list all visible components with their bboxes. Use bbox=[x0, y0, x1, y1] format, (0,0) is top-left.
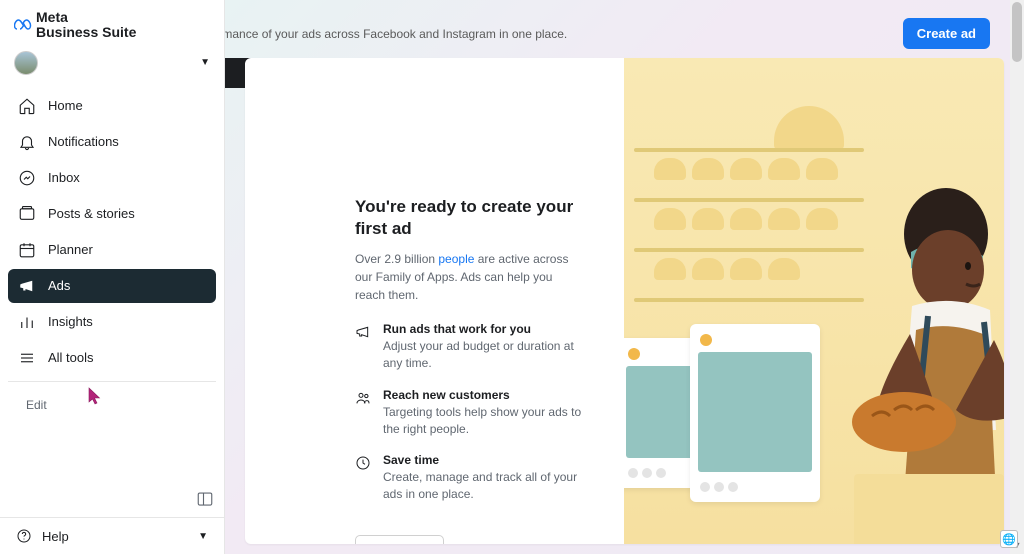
clock-icon bbox=[355, 455, 371, 471]
card-content: You're ready to create your first ad Ove… bbox=[245, 58, 624, 544]
megaphone-icon bbox=[355, 324, 371, 340]
nav-notifications-label: Notifications bbox=[48, 134, 119, 149]
globe-icon[interactable]: 🌐 bbox=[1000, 530, 1018, 548]
avatar bbox=[14, 51, 38, 75]
nav-home[interactable]: Home bbox=[8, 89, 216, 123]
nav-alltools[interactable]: All tools bbox=[8, 341, 216, 375]
caret-down-icon: ▼ bbox=[200, 57, 210, 68]
home-icon bbox=[18, 97, 36, 115]
feature-run-ads: Run ads that work for you Adjust your ad… bbox=[355, 322, 584, 372]
nav-inbox[interactable]: Inbox bbox=[8, 161, 216, 195]
scrollbar-thumb[interactable] bbox=[1012, 2, 1022, 62]
posts-icon bbox=[18, 205, 36, 223]
illustration bbox=[624, 58, 1004, 544]
caret-down-icon: ▼ bbox=[198, 531, 208, 542]
page-description: rack the performance of your ads across … bbox=[225, 27, 567, 41]
nav-insights[interactable]: Insights bbox=[8, 305, 216, 339]
bar-chart-icon bbox=[18, 313, 36, 331]
calendar-icon bbox=[18, 241, 36, 259]
bell-icon bbox=[18, 133, 36, 151]
nav-planner-label: Planner bbox=[48, 242, 93, 257]
nav-ads-label: Ads bbox=[48, 278, 70, 293]
nav-planner[interactable]: Planner bbox=[8, 233, 216, 267]
question-icon bbox=[16, 528, 32, 544]
card-title: You're ready to create your first ad bbox=[355, 196, 575, 240]
meta-logo-icon bbox=[14, 19, 32, 31]
help-menu[interactable]: Help ▼ bbox=[0, 517, 224, 554]
nav-alltools-label: All tools bbox=[48, 350, 94, 365]
feature-title: Reach new customers bbox=[383, 388, 584, 402]
feature-time: Save time Create, manage and track all o… bbox=[355, 453, 584, 503]
illustration-counter bbox=[854, 474, 1004, 544]
create-ad-button[interactable]: Create ad bbox=[903, 18, 990, 49]
nav-insights-label: Insights bbox=[48, 314, 93, 329]
brand-meta: Meta bbox=[36, 9, 68, 25]
nav: Home Notifications Inbox Posts & stories… bbox=[0, 85, 224, 517]
feature-title: Run ads that work for you bbox=[383, 322, 584, 336]
brand-bs: Business Suite bbox=[36, 24, 136, 40]
illustration-post bbox=[690, 324, 820, 502]
feature-reach: Reach new customers Targeting tools help… bbox=[355, 388, 584, 438]
megaphone-icon bbox=[18, 277, 36, 295]
onboarding-card: You're ready to create your first ad Ove… bbox=[245, 58, 1004, 544]
nav-posts[interactable]: Posts & stories bbox=[8, 197, 216, 231]
nav-posts-label: Posts & stories bbox=[48, 206, 135, 221]
divider bbox=[8, 381, 216, 382]
card-subtitle: Over 2.9 billion people are active acros… bbox=[355, 250, 575, 304]
feature-title: Save time bbox=[383, 453, 584, 467]
feature-desc: Targeting tools help show your ads to th… bbox=[383, 404, 584, 438]
feature-desc: Create, manage and track all of your ads… bbox=[383, 469, 584, 503]
edit-link[interactable]: Edit bbox=[8, 388, 216, 422]
get-started-button[interactable]: Get started bbox=[355, 535, 444, 544]
nav-home-label: Home bbox=[48, 98, 83, 113]
account-switcher[interactable]: ▼ bbox=[0, 45, 224, 85]
feature-desc: Adjust your ad budget or duration at any… bbox=[383, 338, 584, 372]
help-label: Help bbox=[42, 529, 69, 544]
nav-notifications[interactable]: Notifications bbox=[8, 125, 216, 159]
nav-ads[interactable]: Ads bbox=[8, 269, 216, 303]
sidebar: Meta Business Suite ▼ Home Notifications… bbox=[0, 0, 225, 554]
logo: Meta Business Suite bbox=[0, 0, 224, 45]
menu-icon bbox=[18, 349, 36, 367]
nav-inbox-label: Inbox bbox=[48, 170, 80, 185]
people-link[interactable]: people bbox=[438, 252, 474, 266]
collapse-sidebar-icon[interactable] bbox=[196, 490, 214, 508]
chat-icon bbox=[18, 169, 36, 187]
main: rack the performance of your ads across … bbox=[225, 0, 1024, 554]
topbar: rack the performance of your ads across … bbox=[225, 0, 1024, 49]
vertical-scrollbar[interactable]: ▼ bbox=[1010, 0, 1024, 554]
people-icon bbox=[355, 390, 371, 406]
